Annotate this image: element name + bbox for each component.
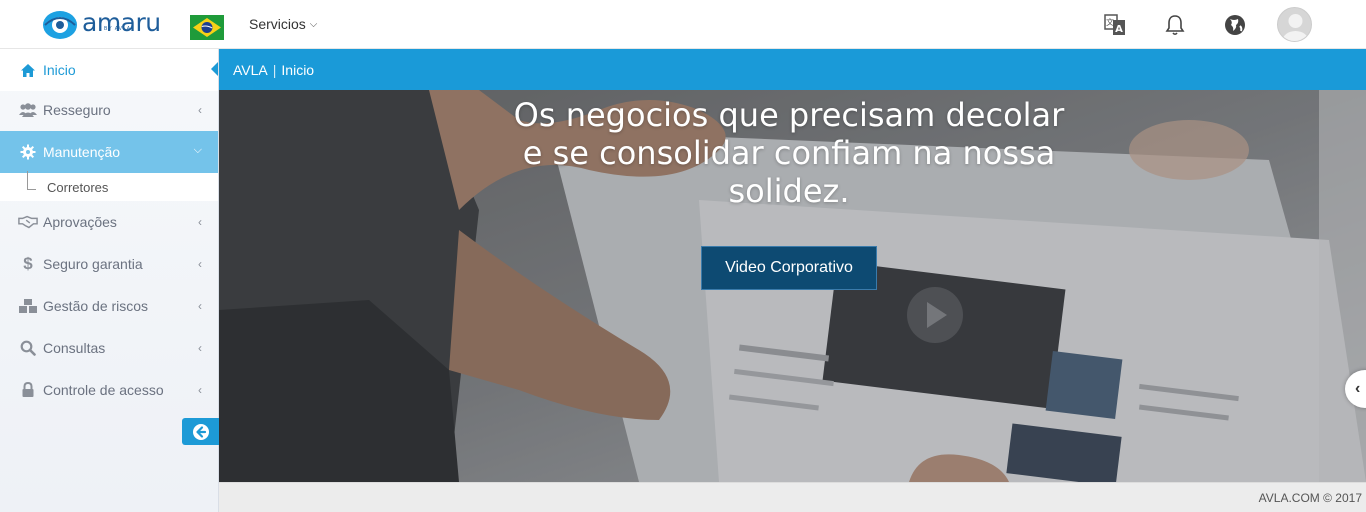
tree-branch [27, 189, 36, 190]
breadcrumb-root[interactable]: AVLA [233, 62, 268, 78]
lock-icon [18, 381, 38, 399]
users-icon [18, 101, 38, 119]
logo-subtext: BY AVLA [104, 26, 132, 32]
chevron-down-icon: ⌵ [193, 144, 202, 156]
user-avatar[interactable] [1277, 7, 1312, 42]
hero-banner: Os negocios que precisam decolar e se co… [219, 90, 1366, 482]
breadcrumb-separator: | [272, 61, 277, 78]
chevron-left-icon: ‹ [198, 103, 202, 117]
translate-icon[interactable]: A 文 [1103, 13, 1127, 37]
active-caret [211, 62, 218, 76]
sidebar-item-label: Consultas [43, 340, 106, 356]
chevron-left-icon: ‹ [1355, 380, 1361, 397]
tree-line [27, 171, 37, 189]
sidebar-item-consultas[interactable]: Consultas ‹ [0, 327, 218, 369]
chevron-left-icon: ‹ [198, 215, 202, 229]
breadcrumb: AVLA | Inicio [219, 49, 1366, 90]
sidebar-item-aprovacoes[interactable]: Aprovações ‹ [0, 201, 218, 243]
sidebar-item-label: Controle de acesso [43, 382, 164, 398]
sidebar-item-resseguro[interactable]: Resseguro ‹ [0, 89, 218, 131]
chevron-left-icon: ‹ [198, 299, 202, 313]
collapse-sidebar-button[interactable] [182, 418, 219, 445]
sidebar-item-label: Resseguro [43, 102, 111, 118]
handshake-icon [18, 213, 38, 231]
hero-title: Os negocios que precisam decolar e se co… [513, 96, 1065, 210]
sidebar-subitem-corretores[interactable]: Corretores [0, 171, 218, 201]
servicios-label: Servicios [249, 16, 306, 32]
dollar-icon: $ [23, 254, 33, 273]
chevron-left-icon: ‹ [198, 341, 202, 355]
sidebar-item-label: Aprovações [43, 214, 117, 230]
sidebar-item-controle-acesso[interactable]: Controle de acesso ‹ [0, 369, 218, 411]
sidebar-item-inicio[interactable]: Inicio [0, 49, 218, 91]
breadcrumb-current: Inicio [281, 61, 315, 78]
footer-copyright: AVLA.COM © 2017 [1258, 490, 1362, 505]
chevron-left-icon: ‹ [198, 383, 202, 397]
sidebar-item-seguro-garantia[interactable]: $ Seguro garantia ‹ [0, 243, 218, 285]
sidebar-item-label: Seguro garantia [43, 256, 143, 272]
svg-text:A: A [1115, 24, 1123, 35]
sidebar-subitem-label: Corretores [47, 179, 109, 195]
globe-icon[interactable] [1223, 13, 1247, 37]
svg-text:文: 文 [1106, 17, 1114, 27]
chevron-left-icon: ‹ [198, 257, 202, 271]
video-corporativo-button[interactable]: Video Corporativo [701, 246, 877, 290]
sidebar-item-label: Manutenção [43, 144, 121, 160]
servicios-menu[interactable]: Servicios ⌵ [249, 16, 317, 32]
bell-icon[interactable] [1163, 13, 1187, 37]
sidebar-item-manutencao[interactable]: Manutenção ⌵ [0, 131, 218, 173]
logo-mark-icon [43, 11, 77, 39]
sidebar: Inicio Resseguro ‹ Manutenção ⌵ Corretor… [0, 49, 219, 512]
sidebar-item-gestao-riscos[interactable]: Gestão de riscos ‹ [0, 285, 218, 327]
search-icon [18, 339, 38, 357]
sidebar-item-label: Gestão de riscos [43, 298, 149, 314]
footer: AVLA.COM © 2017 [219, 482, 1366, 512]
chevron-down-icon: ⌵ [309, 18, 318, 30]
arrow-circle-left-icon [192, 423, 209, 440]
logo-text: amaru [82, 8, 161, 37]
brazil-flag-icon[interactable] [190, 15, 224, 40]
cubes-icon [18, 297, 38, 315]
top-navbar: amaru BY AVLA Servicios ⌵ A 文 [0, 0, 1366, 49]
home-icon [18, 61, 38, 79]
sidebar-item-label: Inicio [43, 62, 76, 78]
gear-icon [18, 143, 38, 161]
amaru-logo[interactable]: amaru [42, 8, 161, 42]
